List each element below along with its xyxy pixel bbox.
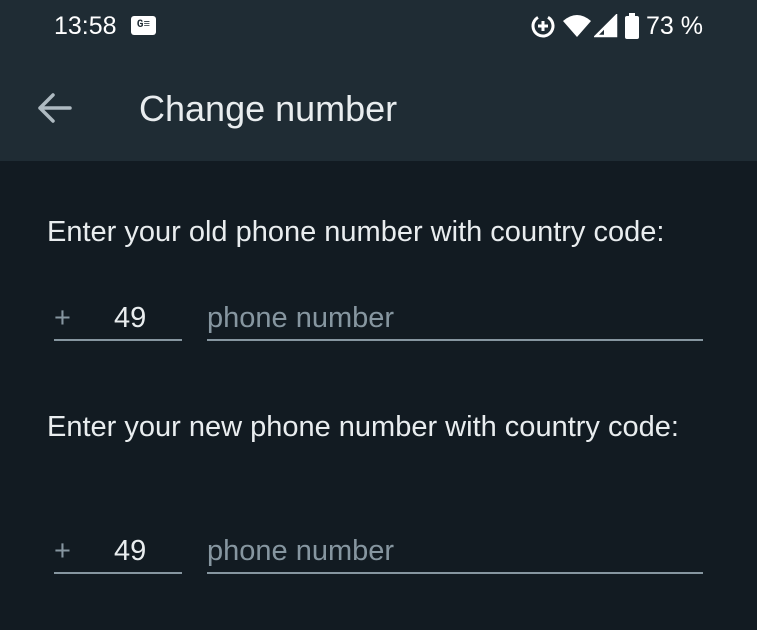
new-phone-field[interactable] (207, 532, 703, 574)
page-title: Change number (139, 88, 398, 129)
battery-icon (625, 13, 640, 39)
arrow-back-icon (38, 93, 72, 123)
new-country-code-field[interactable]: + 49 (54, 532, 182, 574)
plus-sign: + (54, 535, 71, 567)
new-country-code: 49 (114, 535, 147, 567)
old-phone-field[interactable] (207, 299, 703, 341)
old-number-prompt: Enter your old phone number with country… (47, 216, 665, 248)
new-number-prompt: Enter your new phone number with country… (47, 411, 679, 443)
status-icons: 73 % (530, 11, 703, 41)
status-time: 13:58 (54, 12, 117, 40)
notification-icon: G≡ (131, 16, 156, 35)
cellular-signal-icon (594, 14, 618, 38)
data-saver-icon (531, 14, 555, 38)
back-button[interactable] (28, 84, 80, 132)
status-bar: 13:58 G≡ 73 % (0, 0, 757, 52)
old-phone-input[interactable] (207, 299, 703, 337)
plus-sign: + (54, 302, 71, 334)
battery-percent: 73 % (646, 12, 703, 40)
wifi-icon (563, 15, 592, 37)
old-country-code-field[interactable]: + 49 (54, 299, 182, 341)
change-number-form: Enter your old phone number with country… (0, 161, 757, 630)
new-phone-input[interactable] (207, 532, 703, 570)
app-bar: Change number (0, 52, 757, 161)
old-country-code: 49 (114, 302, 147, 334)
